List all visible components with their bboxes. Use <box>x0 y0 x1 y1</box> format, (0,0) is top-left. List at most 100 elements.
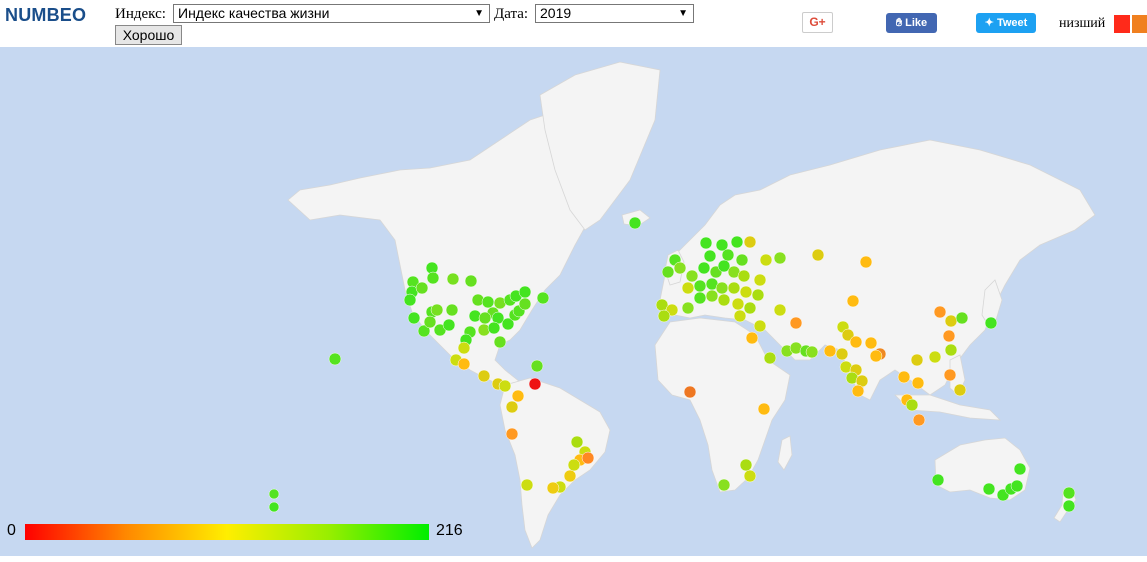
date-select-value: 2019 <box>540 5 572 21</box>
madagascar-landmass <box>777 435 793 471</box>
map-svg[interactable] <box>0 47 1147 556</box>
legend-low-label: низший <box>1059 16 1106 31</box>
city-marker <box>457 341 471 355</box>
like-label: Like <box>905 17 928 29</box>
city-marker <box>528 377 542 391</box>
city-marker <box>446 272 460 286</box>
city-marker <box>1062 486 1076 500</box>
index-select[interactable]: Индекс качества жизни ▼ <box>173 4 490 23</box>
city-marker <box>693 291 707 305</box>
city-marker <box>478 311 492 325</box>
city-marker <box>518 297 532 311</box>
city-marker <box>520 478 534 492</box>
world-map[interactable] <box>0 47 1147 556</box>
city-marker <box>763 351 777 365</box>
city-marker <box>681 281 695 295</box>
twitter-bird-icon: ✦ <box>984 17 994 29</box>
ok-button[interactable]: Хорошо <box>115 25 182 45</box>
city-marker <box>743 301 757 315</box>
index-select-value: Индекс качества жизни <box>178 5 330 21</box>
city-marker <box>693 279 707 293</box>
city-marker <box>869 349 883 363</box>
city-marker <box>715 281 729 295</box>
city-marker <box>928 350 942 364</box>
city-marker <box>457 357 471 371</box>
city-marker <box>328 352 342 366</box>
city-marker <box>1013 462 1027 476</box>
city-marker <box>805 345 819 359</box>
city-marker <box>953 383 967 397</box>
city-marker <box>984 316 998 330</box>
city-marker <box>859 255 873 269</box>
facebook-like-button[interactable]: ✋︎ Like <box>886 13 937 33</box>
city-marker <box>743 469 757 483</box>
city-marker <box>445 303 459 317</box>
scale-max-label: 216 <box>436 522 463 539</box>
city-marker <box>415 281 429 295</box>
city-marker <box>721 248 735 262</box>
city-marker <box>536 291 550 305</box>
google-plus-button[interactable]: G+ <box>802 12 833 33</box>
city-marker <box>773 303 787 317</box>
city-marker <box>685 269 699 283</box>
city-marker <box>487 321 501 335</box>
city-marker <box>864 336 878 350</box>
city-marker <box>657 309 671 323</box>
city-marker <box>705 289 719 303</box>
tweet-label: Tweet <box>996 17 1028 29</box>
city-marker <box>943 368 957 382</box>
africa-landmass <box>654 317 791 493</box>
city-marker <box>699 236 713 250</box>
city-marker <box>933 305 947 319</box>
city-marker <box>743 235 757 249</box>
city-marker <box>912 413 926 427</box>
city-marker <box>403 293 417 307</box>
city-marker <box>493 335 507 349</box>
city-marker <box>546 481 560 495</box>
city-marker <box>703 249 717 263</box>
city-marker <box>851 384 865 398</box>
chevron-down-icon: ▼ <box>474 8 484 19</box>
city-marker <box>1062 499 1076 513</box>
city-marker <box>753 319 767 333</box>
city-marker <box>849 335 863 349</box>
numbeo-logo[interactable]: NUMBEO <box>5 5 86 26</box>
city-marker <box>911 376 925 390</box>
tweet-button[interactable]: ✦ Tweet <box>976 13 1036 33</box>
city-marker <box>717 293 731 307</box>
city-marker <box>733 309 747 323</box>
index-label: Индекс: <box>115 6 166 22</box>
city-marker <box>727 281 741 295</box>
city-marker <box>423 315 437 329</box>
city-marker <box>407 311 421 325</box>
city-marker <box>789 316 803 330</box>
date-select[interactable]: 2019 ▼ <box>535 4 694 23</box>
city-marker <box>751 288 765 302</box>
city-marker <box>681 301 695 315</box>
city-marker <box>581 451 595 465</box>
city-marker <box>628 216 642 230</box>
city-marker <box>944 314 958 328</box>
city-marker <box>505 427 519 441</box>
city-marker <box>846 294 860 308</box>
city-marker <box>757 402 771 416</box>
city-marker <box>905 398 919 412</box>
city-marker <box>570 435 584 449</box>
city-marker <box>1010 479 1024 493</box>
city-marker <box>477 369 491 383</box>
city-marker <box>426 271 440 285</box>
top-toolbar: NUMBEO Индекс: Индекс качества жизни ▼ Д… <box>0 0 1147 47</box>
date-label: Дата: <box>494 6 529 22</box>
city-marker <box>505 400 519 414</box>
city-marker <box>697 261 711 275</box>
city-marker <box>563 469 577 483</box>
city-marker <box>498 379 512 393</box>
city-marker <box>773 251 787 265</box>
city-marker <box>745 331 759 345</box>
city-marker <box>739 458 753 472</box>
city-marker <box>511 389 525 403</box>
scale-min-label: 0 <box>7 522 16 539</box>
city-marker <box>430 303 444 317</box>
city-marker <box>982 482 996 496</box>
city-marker <box>530 359 544 373</box>
